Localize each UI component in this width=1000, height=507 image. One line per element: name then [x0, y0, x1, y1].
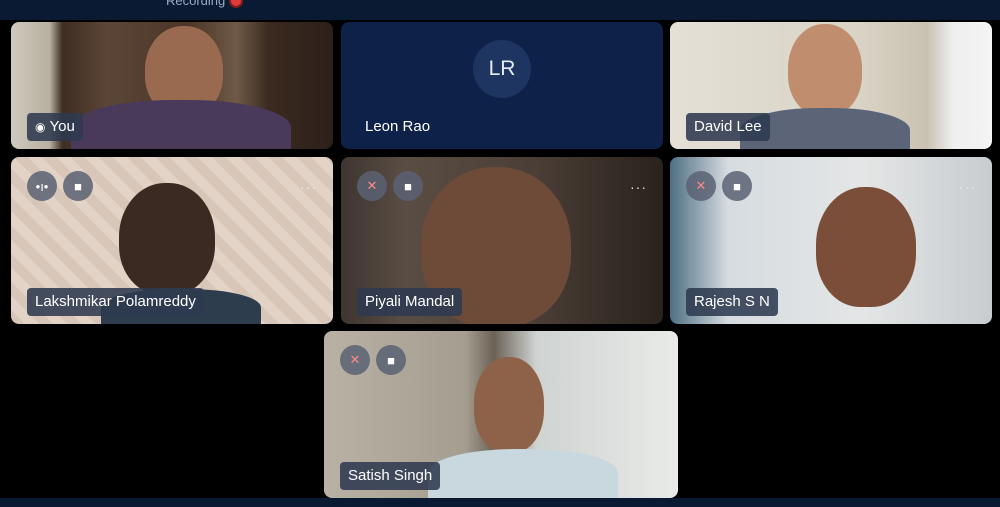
recording-dot-icon [231, 0, 242, 6]
participant-name-label: ◉ You [27, 113, 83, 141]
participant-tile-satish-singh[interactable]: ✕ ■ Satish Singh [324, 331, 678, 498]
participant-name-label: Lakshmikar Polamreddy [27, 288, 204, 316]
recording-label: Recording [166, 0, 226, 8]
participant-tile-you[interactable]: ◉ You [11, 22, 333, 149]
more-options-icon[interactable]: ··· [630, 179, 647, 195]
participant-avatar: LR [473, 40, 531, 98]
participant-video-face [816, 187, 916, 307]
participant-video-body [71, 100, 291, 149]
participant-video-body [428, 449, 618, 498]
speaking-icon: ◉ [35, 120, 46, 134]
camera-icon[interactable]: ■ [722, 171, 752, 201]
more-options-icon[interactable]: ··· [959, 179, 976, 195]
participant-video-face [119, 183, 215, 295]
mic-off-icon[interactable]: ✕ [357, 171, 387, 201]
camera-icon[interactable]: ■ [376, 345, 406, 375]
participant-name-label: Rajesh S N [686, 288, 778, 316]
participant-name-label: Leon Rao [365, 118, 431, 135]
participant-tile-piyali-mandal[interactable]: ✕ ■ ··· Piyali Mandal [341, 157, 663, 324]
participant-tile-lakshmikar-polamreddy[interactable]: •ı• ■ ··· Lakshmikar Polamreddy [11, 157, 333, 324]
participant-name-label: Piyali Mandal [357, 288, 463, 316]
participant-tile-leon-rao[interactable]: LR Leon Rao [341, 22, 663, 149]
participant-tile-rajesh-s-n[interactable]: ✕ ■ ··· Rajesh S N [670, 157, 992, 324]
participant-video-face [474, 357, 544, 453]
participant-tile-david-lee[interactable]: David Lee [670, 22, 992, 149]
camera-icon[interactable]: ■ [63, 171, 93, 201]
meeting-bottom-bar [0, 498, 1000, 507]
mic-off-icon[interactable]: ✕ [686, 171, 716, 201]
recording-indicator: Recording [166, 0, 242, 8]
speaking-icon[interactable]: •ı• [27, 171, 57, 201]
mic-off-icon[interactable]: ✕ [340, 345, 370, 375]
camera-icon[interactable]: ■ [393, 171, 423, 201]
participant-name-label: David Lee [686, 113, 770, 141]
more-options-icon[interactable]: ··· [300, 179, 317, 195]
meeting-top-bar: Recording [0, 0, 1000, 20]
participant-name-label: Satish Singh [340, 462, 441, 490]
participant-video-face [788, 24, 862, 116]
